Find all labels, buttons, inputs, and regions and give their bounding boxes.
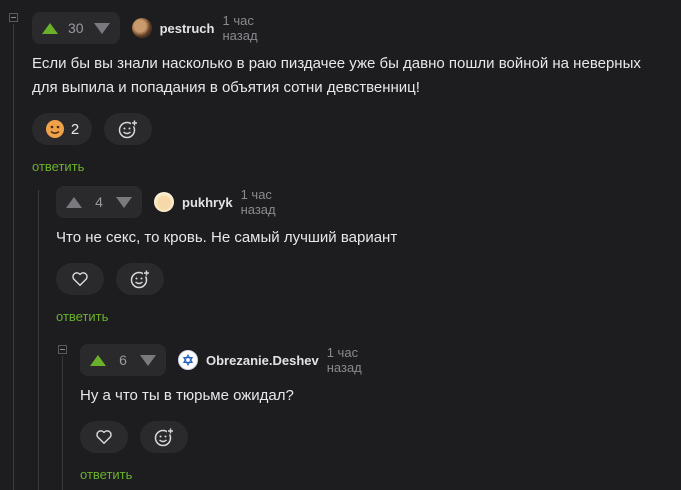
add-reaction-button[interactable]	[104, 113, 152, 145]
arrow-up-icon[interactable]	[42, 22, 58, 34]
comment-text: Ну а что ты в тюрьме ожидал?	[80, 387, 294, 404]
arrow-down-icon[interactable]	[140, 354, 156, 366]
author-name[interactable]: pukhryk	[182, 195, 233, 210]
arrow-up-icon[interactable]	[66, 196, 82, 208]
heart-icon	[96, 430, 112, 445]
comment-text: Что не секс, то кровь. Не самый лучший в…	[56, 229, 398, 246]
author-name[interactable]: pestruch	[160, 21, 215, 36]
add-reaction-button[interactable]	[116, 263, 164, 295]
like-button[interactable]	[80, 421, 128, 453]
reply-link[interactable]: ответить	[32, 159, 84, 174]
arrow-down-icon[interactable]	[93, 22, 110, 34]
smiley-plus-icon	[118, 119, 138, 139]
arrow-up-icon[interactable]	[90, 354, 106, 366]
star-of-david-avatar[interactable]	[178, 350, 198, 370]
comment-text: Если бы вы знали насколько в раю пиздаче…	[32, 55, 641, 96]
comments-thread: 30 pestruch 1 час назад Если бы вы знали…	[0, 0, 681, 490]
smiley-plus-icon	[154, 427, 174, 447]
thread-line	[13, 24, 14, 490]
arrow-down-icon[interactable]	[116, 196, 132, 208]
collapse-thread-icon[interactable]	[58, 345, 67, 354]
comment-time[interactable]: 1 час назад	[222, 13, 257, 43]
vote-control: 30	[32, 12, 120, 44]
reaction-button[interactable]: 2	[32, 113, 92, 145]
add-reaction-button[interactable]	[140, 421, 188, 453]
face-emoji-icon	[45, 120, 64, 138]
thread-line	[62, 356, 63, 490]
user-avatar[interactable]	[131, 18, 152, 38]
smiley-plus-icon	[130, 269, 150, 289]
vote-count: 6	[119, 352, 127, 368]
author-name[interactable]: Obrezanie.Deshev	[206, 353, 319, 368]
reply-link[interactable]: ответить	[56, 309, 108, 324]
comment-time[interactable]: 1 час назад	[327, 345, 362, 375]
like-button[interactable]	[56, 263, 104, 295]
reaction-count: 2	[70, 120, 80, 138]
reply-link[interactable]: ответить	[80, 467, 132, 482]
user-avatar[interactable]	[154, 192, 174, 212]
vote-control: 4	[56, 186, 142, 218]
vote-count: 4	[95, 194, 103, 210]
thread-line	[38, 190, 39, 490]
vote-control: 6	[80, 344, 166, 376]
vote-count: 30	[68, 20, 84, 36]
collapse-thread-icon[interactable]	[9, 13, 18, 22]
heart-icon	[72, 272, 88, 287]
comment-time[interactable]: 1 час назад	[241, 187, 276, 217]
